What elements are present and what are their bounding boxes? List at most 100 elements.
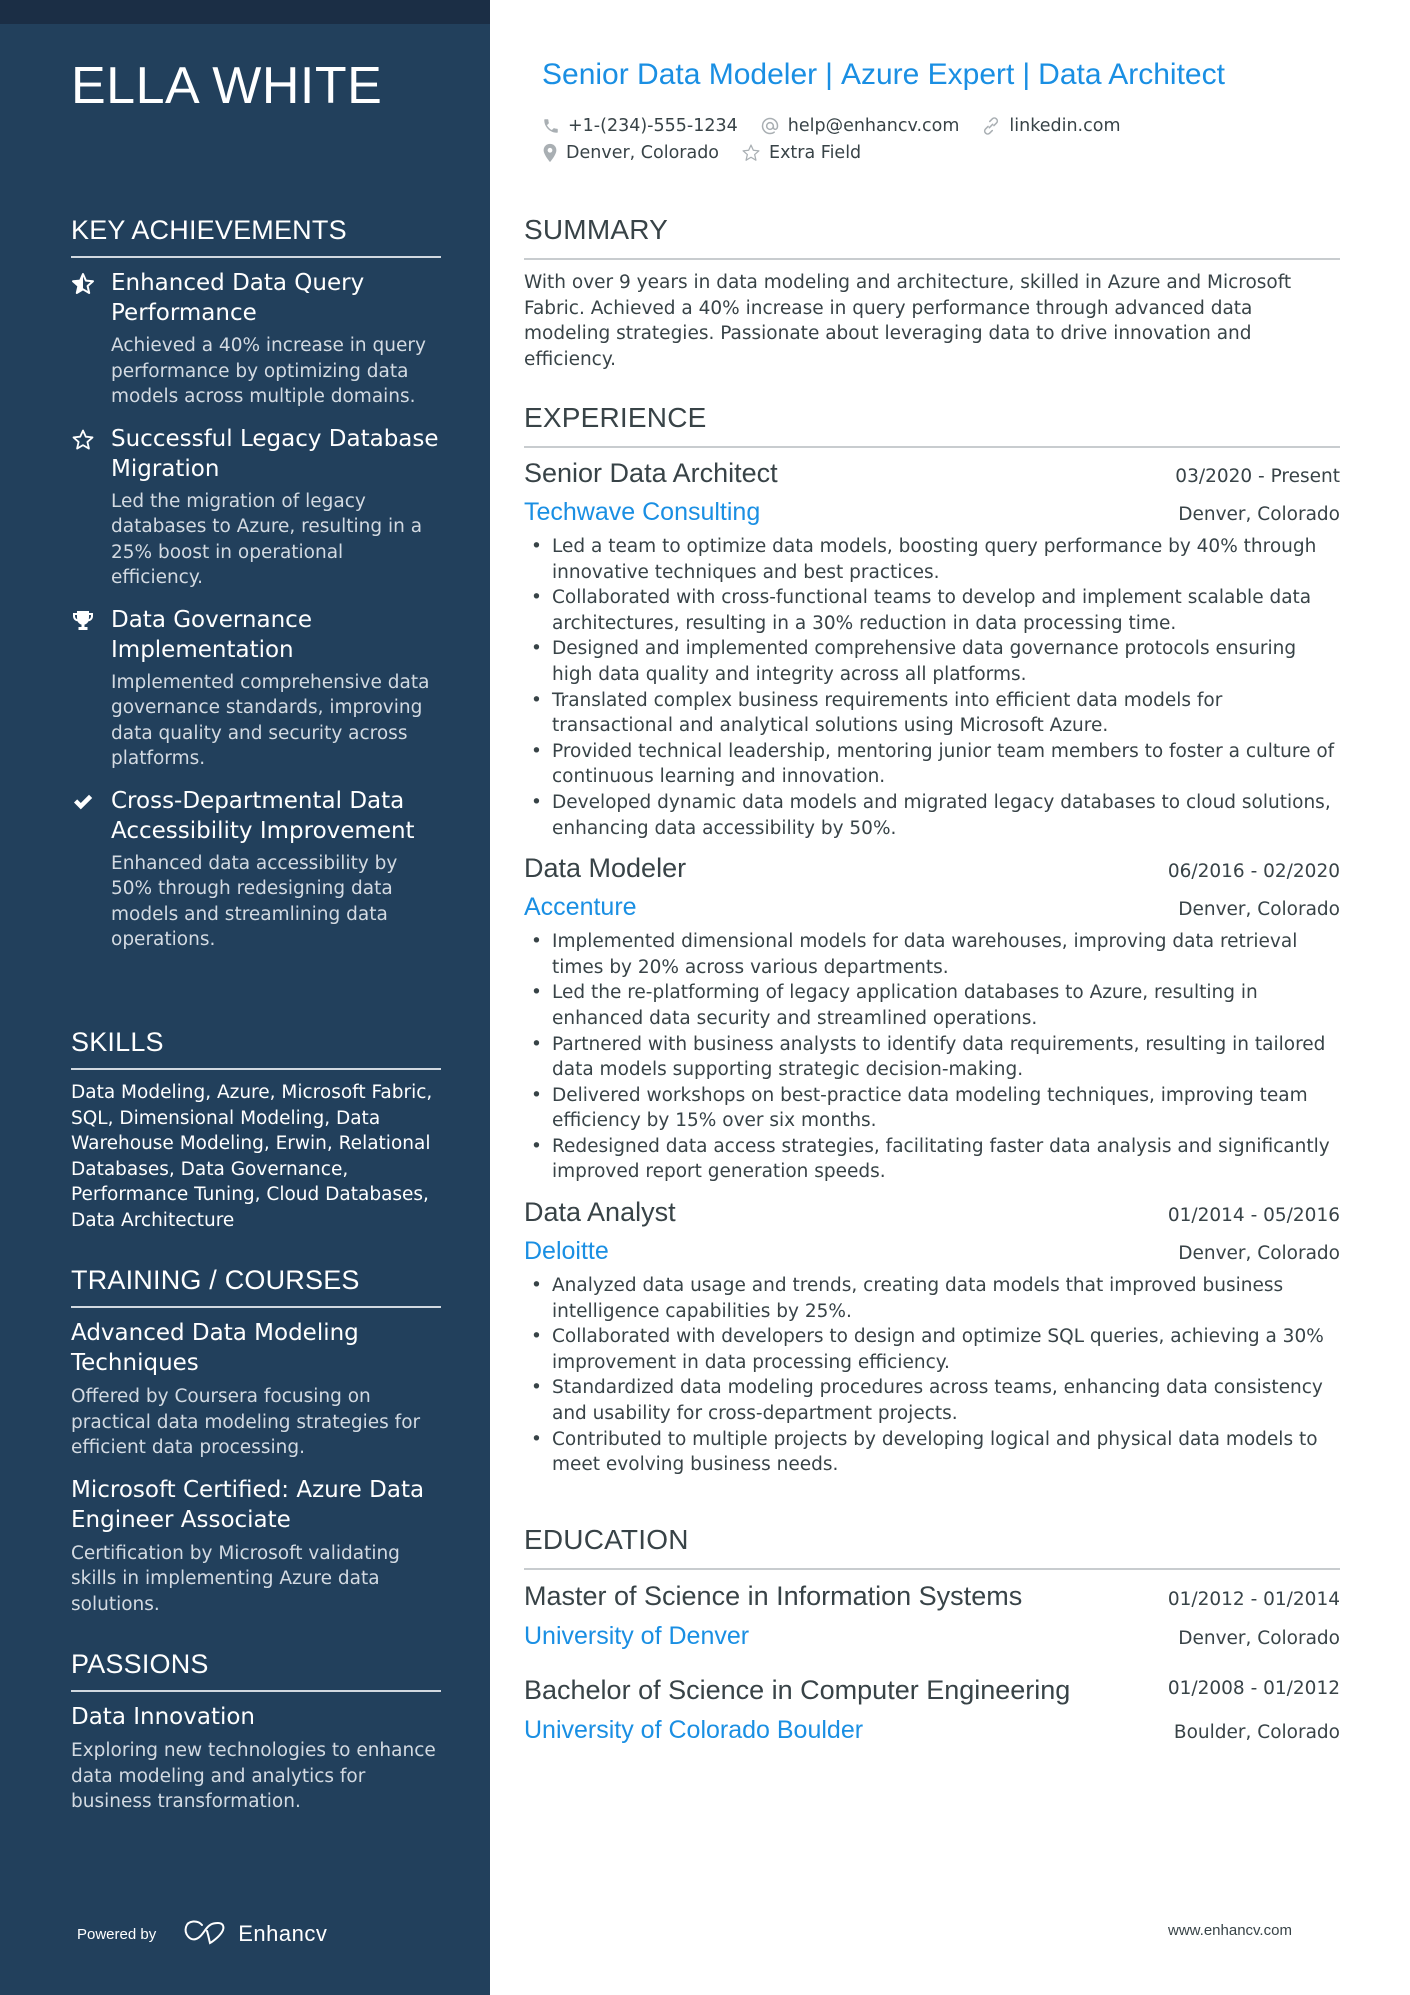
job-company[interactable]: Techwave Consulting: [524, 496, 760, 528]
at-icon: [761, 117, 779, 134]
training-heading: TRAINING / COURSES: [71, 1265, 360, 1295]
education-dates: 01/2008 - 01/2012: [1167, 1678, 1340, 1699]
phone-value: +1-(234)-555-1234: [568, 115, 738, 136]
job-bullet: Collaborated with developers to design a…: [524, 1324, 1340, 1375]
headline-part: Data Architect: [1038, 58, 1225, 91]
phone-icon: [544, 118, 558, 133]
checkmark-icon: [71, 790, 95, 814]
section-divider: [524, 1568, 1340, 1570]
school-name[interactable]: University of Colorado Boulder: [524, 1714, 863, 1746]
achievement-description: Achieved a 40% increase in query perform…: [111, 335, 426, 407]
education-dates: 01/2012 - 01/2014: [1167, 1589, 1340, 1610]
section-divider: [71, 1690, 441, 1692]
contact-link[interactable]: linkedin.com: [981, 115, 1121, 136]
skills-heading: SKILLS: [71, 1027, 164, 1057]
training-title: Advanced Data Modeling Techniques: [71, 1320, 359, 1376]
headline-part: Azure Expert: [840, 58, 1015, 91]
job-company[interactable]: Deloitte: [524, 1235, 609, 1267]
job-bullet: Provided technical leadership, mentoring…: [524, 739, 1340, 790]
experience-heading: EXPERIENCE: [524, 402, 707, 433]
passions-heading: PASSIONS: [71, 1649, 209, 1679]
job-entry: Senior Data Architect 03/2020 - Present …: [524, 456, 1340, 841]
achievement-item: Data Governance Implementation Implement…: [71, 605, 441, 772]
training-section: TRAINING / COURSES Advanced Data Modelin…: [71, 1262, 441, 1617]
achievement-item: Cross-Departmental Data Accessibility Im…: [71, 786, 441, 953]
enhancv-logo-text: Enhancv: [238, 1921, 328, 1946]
job-bullet: Translated complex business requirements…: [524, 688, 1340, 739]
enhancv-logo[interactable]: Enhancv: [182, 1919, 327, 1949]
section-divider: [71, 1306, 441, 1308]
skills-section: SKILLS Data Modeling, Azure, Microsoft F…: [71, 1024, 441, 1233]
job-location: Denver, Colorado: [1178, 899, 1340, 921]
job-entry: Data Modeler 06/2016 - 02/2020 Accenture…: [524, 851, 1340, 1185]
training-description: Certification by Microsoft validating sk…: [71, 1542, 400, 1615]
job-bullets: Led a team to optimize data models, boos…: [524, 534, 1340, 841]
summary-section: SUMMARY With over 9 years in data modeli…: [524, 212, 1340, 372]
job-location: Denver, Colorado: [1178, 504, 1340, 525]
school-name[interactable]: University of Denver: [524, 1620, 749, 1652]
link-value: linkedin.com: [1009, 115, 1121, 136]
job-title: Senior Data Architect: [524, 458, 778, 488]
education-heading: EDUCATION: [524, 1524, 689, 1555]
job-bullet: Led the re-platforming of legacy applica…: [524, 980, 1340, 1031]
job-dates: 03/2020 - Present: [1175, 466, 1340, 487]
job-bullets: Implemented dimensional models for data …: [524, 929, 1340, 1185]
website-link[interactable]: www.enhancv.com: [1168, 1922, 1292, 1939]
school-location: Boulder, Colorado: [1173, 1722, 1340, 1743]
contact-phone[interactable]: +1-(234)-555-1234: [542, 116, 738, 136]
job-bullet: Developed dynamic data models and migrat…: [524, 790, 1340, 841]
achievement-description: Enhanced data accessibility by 50% throu…: [111, 852, 398, 951]
education-section: EDUCATION Master of Science in Informati…: [524, 1522, 1340, 1746]
achievement-title: Enhanced Data Query Performance: [111, 270, 365, 326]
powered-by-label: Powered by: [77, 1925, 157, 1943]
sidebar-top-band: [0, 0, 490, 24]
education-entry: Bachelor of Science in Computer Engineer…: [524, 1672, 1340, 1746]
candidate-name: ELLA WHITE: [71, 57, 383, 115]
section-divider: [71, 256, 441, 258]
school-location: Denver, Colorado: [1178, 1628, 1340, 1649]
contact-info: +1-(234)-555-1234 help@enhancv.com linke…: [542, 112, 1342, 166]
contact-extra: Extra Field: [741, 143, 861, 163]
sidebar: ELLA WHITE KEY ACHIEVEMENTS Enhanced Dat…: [0, 0, 490, 1995]
contact-email[interactable]: help@enhancv.com: [760, 116, 959, 136]
job-title: Data Analyst: [524, 1197, 676, 1228]
job-bullet: Partnered with business analysts to iden…: [524, 1032, 1340, 1083]
powered-by: Powered by Enhancv: [77, 1919, 327, 1949]
achievement-item: Enhanced Data Query Performance Achieved…: [71, 268, 441, 410]
job-title: Data Modeler: [524, 853, 687, 884]
enhancv-logo-icon: [182, 1919, 228, 1949]
passion-title: Data Innovation: [71, 1704, 255, 1730]
section-divider: [71, 1068, 441, 1070]
job-dates: 01/2014 - 05/2016: [1167, 1205, 1340, 1227]
star-outline-icon: [71, 428, 95, 452]
training-item: Advanced Data Modeling Techniques Offere…: [71, 1318, 441, 1461]
section-divider: [524, 258, 1340, 260]
training-description: Offered by Coursera focusing on practica…: [71, 1386, 421, 1458]
job-bullet: Redesigned data access strategies, facil…: [524, 1134, 1340, 1185]
map-pin-icon: [543, 143, 557, 162]
job-bullets: Analyzed data usage and trends, creating…: [524, 1273, 1340, 1478]
training-item: Microsoft Certified: Azure Data Engineer…: [71, 1475, 441, 1618]
job-location: Denver, Colorado: [1178, 1243, 1340, 1265]
headline-separator: |: [1022, 58, 1031, 91]
extra-field-value: Extra Field: [769, 142, 862, 163]
star-half-icon: [71, 272, 95, 296]
headline: Senior Data Modeler | Azure Expert | Data Ar…: [542, 58, 1225, 92]
job-company[interactable]: Accenture: [524, 891, 637, 923]
summary-heading: SUMMARY: [524, 214, 669, 245]
training-title: Microsoft Certified: Azure Data Engineer…: [71, 1476, 425, 1533]
headline-separator: |: [825, 58, 833, 91]
achievement-description: Implemented comprehensive data governanc…: [111, 671, 430, 770]
job-dates: 06/2016 - 02/2020: [1167, 861, 1340, 883]
headline-part: Senior Data Modeler: [542, 58, 818, 91]
section-divider: [524, 446, 1340, 448]
job-bullet: Contributed to multiple projects by deve…: [524, 1427, 1340, 1478]
job-bullet: Implemented dimensional models for data …: [524, 929, 1340, 980]
achievement-title: Successful Legacy Database Migration: [111, 425, 439, 482]
job-bullet: Collaborated with cross-functional teams…: [524, 585, 1340, 636]
job-bullet: Led a team to optimize data models, boos…: [524, 534, 1340, 585]
degree-title: Bachelor of Science in Computer Engineer…: [524, 1675, 1071, 1705]
trophy-icon: [71, 609, 95, 633]
achievement-description: Led the migration of legacy databases to…: [111, 490, 423, 589]
contact-location: Denver, Colorado: [542, 143, 719, 163]
